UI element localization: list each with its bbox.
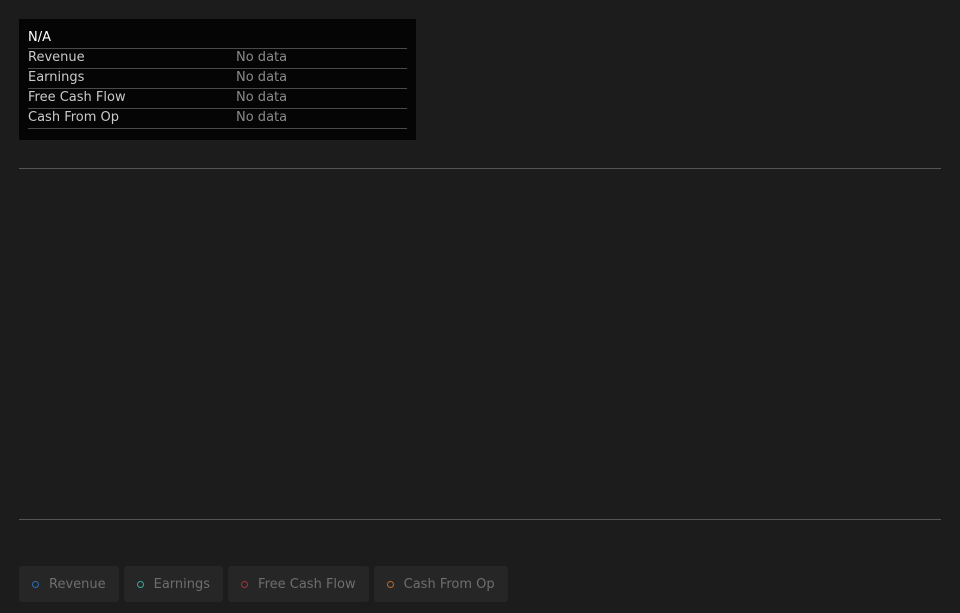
tooltip-row-revenue: Revenue No data <box>28 49 407 69</box>
tooltip-row-label: Cash From Op <box>28 110 120 125</box>
legend-label: Cash From Op <box>403 576 495 592</box>
legend-label: Revenue <box>49 576 106 592</box>
tooltip-row-label: Earnings <box>28 70 85 85</box>
tooltip-row-value: No data <box>236 70 288 85</box>
tooltip-title: N/A <box>28 30 51 45</box>
tooltip-row-cash-from-op: Cash From Op No data <box>28 109 407 129</box>
tooltip-rows: Revenue No data Earnings No data Free Ca… <box>28 48 407 129</box>
legend-dot-icon <box>241 580 249 588</box>
tooltip-row-free-cash-flow: Free Cash Flow No data <box>28 89 407 109</box>
legend-dot-icon <box>32 580 39 588</box>
legend-toggle-revenue[interactable]: Revenue <box>19 566 119 602</box>
tooltip-row-value: No data <box>236 110 288 125</box>
tooltip-row-label: Free Cash Flow <box>28 90 126 105</box>
legend-toggle-cash-from-op[interactable]: Cash From Op <box>373 566 508 602</box>
chart-plot-area[interactable] <box>19 168 941 520</box>
legend-toggle-earnings[interactable]: Earnings <box>123 566 224 602</box>
legend-dot-icon <box>136 580 144 588</box>
tooltip-row-label: Revenue <box>28 50 85 65</box>
legend-label: Free Cash Flow <box>258 576 356 592</box>
tooltip-row-earnings: Earnings No data <box>28 69 407 89</box>
legend-label: Earnings <box>153 576 211 592</box>
legend-dot-icon <box>386 580 394 588</box>
tooltip-row-value: No data <box>236 50 288 65</box>
legend-toggle-free-cash-flow[interactable]: Free Cash Flow <box>228 566 369 602</box>
tooltip-row-value: No data <box>236 90 288 105</box>
chart-tooltip: N/A Revenue No data Earnings No data Fre… <box>19 19 416 140</box>
chart-legend: Revenue Earnings Free Cash Flow Cash Fro… <box>19 566 508 602</box>
